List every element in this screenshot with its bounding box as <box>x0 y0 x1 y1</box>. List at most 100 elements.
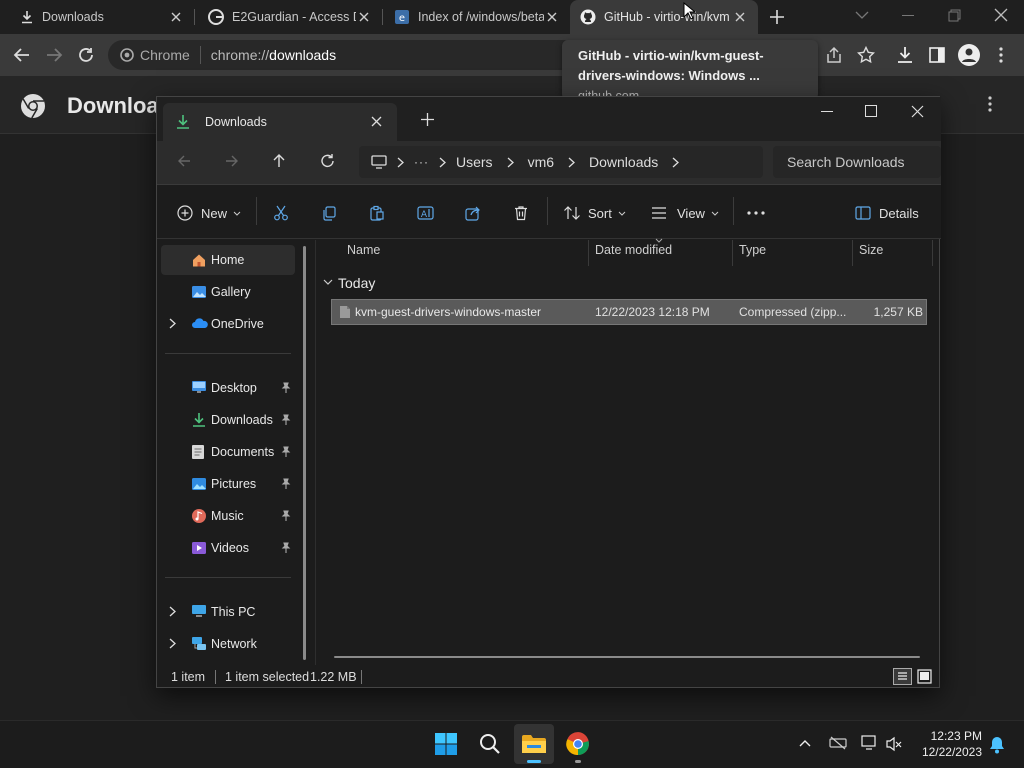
tab-downloads[interactable]: Downloads <box>0 0 194 34</box>
notification-bell-icon[interactable] <box>989 736 1005 754</box>
sort-button[interactable]: Sort <box>563 201 626 225</box>
tiles-view-icon[interactable] <box>917 669 932 684</box>
tray-chevron-up-icon[interactable] <box>799 739 811 747</box>
explorer-back-icon[interactable] <box>177 154 191 168</box>
pin-icon[interactable] <box>281 510 291 521</box>
nav-item-videos[interactable]: Videos <box>161 533 295 563</box>
tab-close-icon[interactable] <box>732 9 748 25</box>
explorer-tab-close-icon[interactable] <box>371 116 382 127</box>
nav-item-desktop[interactable]: Desktop <box>161 373 295 403</box>
nav-item-onedrive[interactable]: OneDrive <box>161 309 295 339</box>
nav-item-pictures[interactable]: Pictures <box>161 469 295 499</box>
chrome-menu-icon[interactable] <box>999 47 1003 63</box>
nav-item-home[interactable]: Home <box>161 245 295 275</box>
view-button[interactable]: View <box>651 201 719 225</box>
omnibox[interactable]: Chrome chrome://downloads <box>108 40 578 70</box>
pin-icon[interactable] <box>281 542 291 553</box>
explorer-new-tab-icon[interactable] <box>421 113 434 126</box>
chevron-right-icon[interactable] <box>169 638 176 649</box>
explorer-maximize-icon[interactable] <box>865 105 877 117</box>
explorer-minimize-icon[interactable] <box>821 111 833 113</box>
share-icon[interactable] <box>825 46 843 64</box>
column-header-name[interactable]: Name <box>347 243 380 257</box>
horizontal-scrollbar[interactable] <box>334 656 920 658</box>
pin-icon[interactable] <box>281 478 291 489</box>
pin-icon[interactable] <box>281 382 291 393</box>
network-tray-icon[interactable] <box>829 736 847 750</box>
tab-index-windows[interactable]: e Index of /windows/beta <box>384 0 570 34</box>
volume-muted-icon[interactable] <box>885 736 903 752</box>
downloads-toolbar-icon[interactable] <box>896 46 914 64</box>
cut-icon[interactable] <box>273 201 289 225</box>
search-icon[interactable] <box>470 724 510 764</box>
nav-item-gallery[interactable]: Gallery <box>161 277 295 307</box>
ellipsis-icon[interactable]: ··· <box>414 155 429 169</box>
monitor-tray-icon[interactable] <box>861 735 879 751</box>
back-icon[interactable] <box>13 46 31 64</box>
profile-avatar[interactable] <box>958 44 980 66</box>
more-options-icon[interactable] <box>747 201 765 225</box>
column-divider[interactable] <box>732 240 733 266</box>
tab-close-icon[interactable] <box>168 9 184 25</box>
clock-time: 12:23 PM <box>930 729 982 743</box>
tab-search-icon[interactable] <box>855 10 869 20</box>
pin-icon[interactable] <box>281 446 291 457</box>
address-bar[interactable]: ··· Users vm6 Downloads <box>359 146 763 178</box>
tab-close-icon[interactable] <box>544 9 560 25</box>
explorer-up-icon[interactable] <box>272 153 286 168</box>
file-type: Compressed (zipp... <box>739 305 847 319</box>
column-header-size[interactable]: Size <box>859 243 883 257</box>
tab-github[interactable]: GitHub - virtio-win/kvm <box>570 0 758 34</box>
chevron-right-icon[interactable] <box>169 606 176 617</box>
explorer-refresh-icon[interactable] <box>320 153 335 168</box>
start-icon[interactable] <box>426 724 466 764</box>
nav-item-music[interactable]: Music <box>161 501 295 531</box>
taskbar-clock[interactable]: 12:23 PM 12/22/2023 <box>908 728 982 760</box>
file-explorer-window: Downloads ··· Users vm6 Downloads Search… <box>156 96 941 688</box>
breadcrumb-downloads[interactable]: Downloads <box>589 154 658 170</box>
column-divider[interactable] <box>588 240 589 266</box>
details-button[interactable]: Details <box>855 201 919 225</box>
minimize-icon[interactable] <box>902 15 914 17</box>
rename-icon[interactable]: A <box>417 201 435 225</box>
new-tab-icon[interactable] <box>768 8 786 26</box>
nav-item-downloads[interactable]: Downloads <box>161 405 295 435</box>
file-row[interactable]: kvm-guest-drivers-windows-master 12/22/2… <box>331 299 927 325</box>
close-window-icon[interactable] <box>994 8 1008 22</box>
side-panel-icon[interactable] <box>929 47 945 63</box>
paste-icon[interactable] <box>369 201 385 225</box>
explorer-tab-downloads[interactable]: Downloads <box>163 103 397 141</box>
column-divider[interactable] <box>852 240 853 266</box>
share-explorer-icon[interactable] <box>465 201 481 225</box>
copy-icon[interactable] <box>321 201 337 225</box>
restore-icon[interactable] <box>948 9 961 22</box>
page-menu-icon[interactable] <box>988 96 992 112</box>
column-header-type[interactable]: Type <box>739 243 766 257</box>
tab-e2guardian[interactable]: E2Guardian - Access De <box>196 0 382 34</box>
chrome-icon[interactable] <box>558 724 598 764</box>
column-header-date[interactable]: Date modified <box>595 243 672 257</box>
nav-item-this-pc[interactable]: This PC <box>161 597 295 627</box>
bookmark-star-icon[interactable] <box>857 46 875 64</box>
breadcrumb-vm6[interactable]: vm6 <box>528 154 554 170</box>
breadcrumb-users[interactable]: Users <box>456 154 493 170</box>
group-header-today[interactable]: Today <box>338 275 375 291</box>
nav-item-documents[interactable]: Documents <box>161 437 295 467</box>
new-button[interactable]: New <box>177 201 241 225</box>
tab-close-icon[interactable] <box>356 9 372 25</box>
search-downloads-input[interactable]: Search Downloads <box>773 146 941 178</box>
nav-scrollbar[interactable] <box>303 246 306 660</box>
reload-icon[interactable] <box>77 46 95 64</box>
column-divider[interactable] <box>932 240 933 266</box>
group-chevron-down-icon[interactable] <box>323 279 333 286</box>
forward-icon[interactable] <box>45 46 63 64</box>
chevron-right-icon[interactable] <box>169 318 176 329</box>
nav-divider <box>165 577 291 578</box>
explorer-forward-icon[interactable] <box>225 154 239 168</box>
delete-icon[interactable] <box>513 201 529 225</box>
explorer-close-icon[interactable] <box>911 105 924 118</box>
nav-item-network[interactable]: Network <box>161 629 295 659</box>
file-explorer-icon[interactable] <box>514 724 554 764</box>
details-view-icon[interactable] <box>893 668 912 685</box>
pin-icon[interactable] <box>281 414 291 425</box>
